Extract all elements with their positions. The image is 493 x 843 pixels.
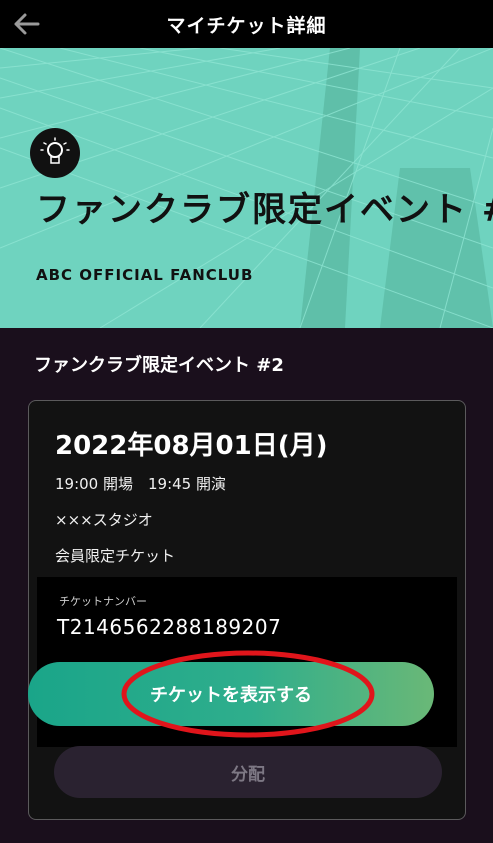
- banner-title: ファンクラブ限定イベント #2: [36, 190, 493, 230]
- share-label: 分配: [231, 764, 265, 785]
- event-time: 19:00 開場 19:45 開演: [55, 475, 226, 493]
- lightbulb-logo-icon: [30, 128, 80, 178]
- banner-subtitle: ABC OFFICIAL FANCLUB: [36, 266, 254, 284]
- event-name: ファンクラブ限定イベント #2: [34, 355, 284, 376]
- ticket-number: T2146562288189207: [57, 615, 282, 639]
- event-banner: ファンクラブ限定イベント #2 ABC OFFICIAL FANCLUB: [0, 48, 493, 328]
- show-ticket-label: チケットを表示する: [150, 685, 312, 706]
- event-date: 2022年08月01日(月): [55, 431, 328, 461]
- ticket-type: 会員限定チケット: [55, 547, 176, 565]
- page-title: マイチケット詳細: [166, 14, 327, 37]
- event-venue: ×××スタジオ: [55, 511, 153, 529]
- top-bar: マイチケット詳細: [0, 0, 493, 48]
- share-button[interactable]: 分配: [54, 746, 442, 798]
- ticket-number-label: チケットナンバー: [59, 595, 147, 608]
- show-ticket-button[interactable]: チケットを表示する: [28, 662, 434, 726]
- back-button[interactable]: [10, 8, 42, 40]
- arrow-left-icon: [14, 13, 40, 35]
